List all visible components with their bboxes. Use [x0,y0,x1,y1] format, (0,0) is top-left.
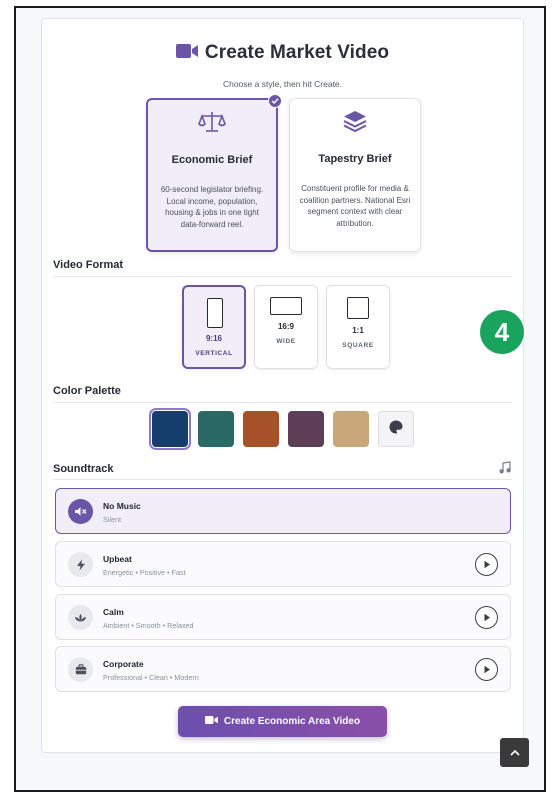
style-card-economic-brief[interactable]: Economic Brief 60-second legislator brie… [146,94,282,252]
lotus-icon [68,605,93,630]
bolt-icon [68,552,93,577]
format-square[interactable]: 1:1 SQUARE [326,285,390,369]
play-button[interactable] [475,658,498,681]
track-name: Upbeat [103,554,132,564]
video-camera-icon [204,715,218,728]
style-name: Economic Brief [171,154,253,166]
format-name: SQUARE [342,342,374,349]
format-name: VERTICAL [195,350,233,357]
play-icon [484,613,490,622]
layers-icon [290,109,420,133]
track-description: Energetic • Positive • Fast [103,568,186,577]
divider [53,479,512,480]
format-ratio: 1:1 [352,326,364,335]
format-name: WIDE [276,338,296,345]
style-name: Tapestry Brief [318,153,392,165]
track-description: Ambient • Smooth • Relaxed [103,621,194,630]
track-name: Corporate [103,659,144,669]
track-upbeat[interactable]: Upbeat Energetic • Positive • Fast [55,541,511,587]
briefcase-icon [68,657,93,682]
divider [53,276,512,277]
video-format-label: Video Format [53,259,124,271]
color-swatch-rust[interactable] [243,411,279,447]
play-icon [484,665,490,674]
style-description: 60-second legislator briefing. Local inc… [160,185,264,229]
video-camera-icon [175,43,198,64]
soundtrack-label: Soundtrack [53,463,114,475]
track-description: Professional • Clean • Modern [103,673,199,682]
divider [53,402,512,403]
scales-icon [148,110,276,134]
play-icon [484,560,490,569]
vertical-frame-icon [207,298,223,328]
color-swatch-teal[interactable] [198,411,234,447]
step-number-badge: 4 [480,310,524,354]
track-corporate[interactable]: Corporate Professional • Clean • Modern [55,646,511,692]
palette-icon [388,419,404,440]
scroll-to-top-button[interactable] [500,738,529,767]
color-swatch-navy[interactable] [149,408,191,450]
format-ratio: 16:9 [277,322,294,331]
play-button[interactable] [475,553,498,576]
music-note-icon [499,461,511,479]
wide-frame-icon [270,297,302,315]
format-wide[interactable]: 16:9 WIDE [254,285,318,369]
video-builder-card: Create Market Video Choose a style, then… [41,18,524,753]
color-palette-label: Color Palette [53,385,121,397]
format-ratio: 9:16 [205,334,222,343]
check-icon [268,94,282,108]
page-title: Create Market Video [204,42,390,63]
style-description: Constituent profile for media & coalitio… [299,184,411,228]
track-name: Calm [103,607,124,617]
track-description: Silent [103,515,121,524]
square-frame-icon [347,297,369,319]
style-card-tapestry-brief[interactable]: Tapestry Brief Constituent profile for m… [289,98,421,252]
create-video-label: Create Economic Area Video [223,716,361,727]
custom-color-button[interactable] [378,411,414,447]
color-swatch-sand[interactable] [333,411,369,447]
color-swatch-plum[interactable] [288,411,324,447]
page-subtitle: Choose a style, then hit Create. [222,79,343,89]
title-row: Create Market Video [42,42,523,64]
play-button[interactable] [475,606,498,629]
format-vertical[interactable]: 9:16 VERTICAL [182,285,246,369]
chevron-up-icon [509,749,520,756]
track-calm[interactable]: Calm Ambient • Smooth • Relaxed [55,594,511,640]
mute-icon [68,499,93,524]
track-name: No Music [103,501,141,511]
track-no-music[interactable]: No Music Silent [55,488,511,534]
create-video-button[interactable]: Create Economic Area Video [178,706,387,737]
